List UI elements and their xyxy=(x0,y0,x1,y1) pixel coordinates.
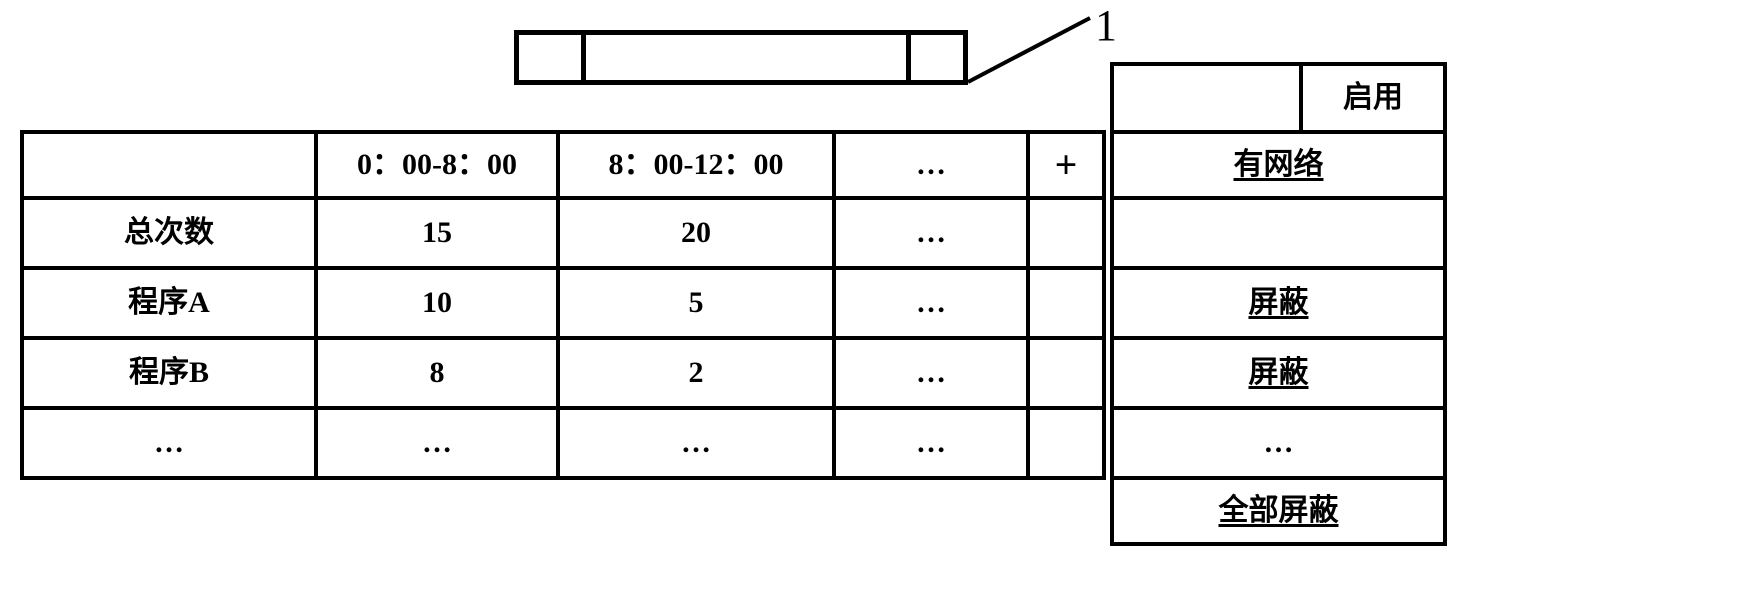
block-all-button[interactable]: 全部屏蔽 xyxy=(1110,476,1447,546)
row-b-extra xyxy=(1026,336,1106,410)
top-bar-seg1 xyxy=(581,30,586,85)
block-a-button[interactable]: 屏蔽 xyxy=(1110,266,1447,340)
diagram-root: 1 0：00-8：00 8：00-12：00 … + 总次数 15 20 … 程… xyxy=(0,0,1750,610)
row-total-v3: … xyxy=(832,196,1030,270)
header-more: … xyxy=(832,130,1030,200)
add-column-button[interactable]: + xyxy=(1026,130,1106,200)
row-total-v1: 15 xyxy=(314,196,560,270)
row-more-v3: … xyxy=(832,406,1030,480)
row-more-label: … xyxy=(20,406,318,480)
enable-blank xyxy=(1110,62,1303,134)
row-a-extra xyxy=(1026,266,1106,340)
enable-button[interactable]: 启用 xyxy=(1299,62,1447,134)
block-b-button[interactable]: 屏蔽 xyxy=(1110,336,1447,410)
right-more: … xyxy=(1110,406,1447,480)
header-time1: 0：00-8：00 xyxy=(314,130,560,200)
row-more-v1: … xyxy=(314,406,560,480)
row-more-v2: … xyxy=(556,406,836,480)
callout-label: 1 xyxy=(1095,0,1117,51)
row-total-v2: 20 xyxy=(556,196,836,270)
row-a-v3: … xyxy=(832,266,1030,340)
row-b-label: 程序B xyxy=(20,336,318,410)
row-total-label: 总次数 xyxy=(20,196,318,270)
row-a-v1: 10 xyxy=(314,266,560,340)
top-bar xyxy=(514,30,968,85)
row-b-v2: 2 xyxy=(556,336,836,410)
top-bar-seg2 xyxy=(906,30,911,85)
row-a-v2: 5 xyxy=(556,266,836,340)
row-a-label: 程序A xyxy=(20,266,318,340)
row-b-v1: 8 xyxy=(314,336,560,410)
row-more-extra xyxy=(1026,406,1106,480)
header-blank xyxy=(20,130,318,200)
row-b-v3: … xyxy=(832,336,1030,410)
row-total-extra xyxy=(1026,196,1106,270)
right-blank-total xyxy=(1110,196,1447,270)
has-network-link[interactable]: 有网络 xyxy=(1110,130,1447,200)
header-time2: 8：00-12：00 xyxy=(556,130,836,200)
